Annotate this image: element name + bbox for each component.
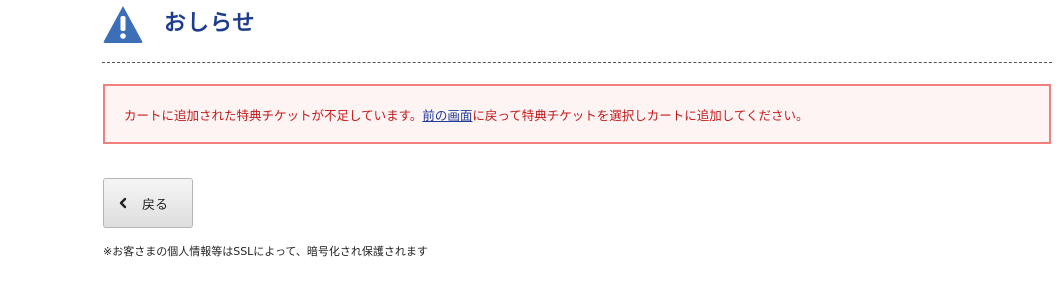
- error-message-text: カートに追加された特典チケットが不足しています。前の画面に戻って特典チケットを選…: [124, 105, 809, 124]
- ssl-note: ※お客さまの個人情報等はSSLによって、暗号化され保護されます: [103, 245, 428, 258]
- chevron-left-icon: [119, 197, 127, 209]
- page-header: おしらせ: [102, 4, 256, 44]
- back-button-label: 戻る: [142, 197, 169, 213]
- error-message-box: カートに追加された特典チケットが不足しています。前の画面に戻って特典チケットを選…: [103, 84, 1051, 144]
- back-button[interactable]: 戻る: [103, 178, 193, 228]
- error-message-before: カートに追加された特典チケットが不足しています。: [124, 107, 423, 123]
- header-divider: [102, 62, 1052, 63]
- previous-screen-link[interactable]: 前の画面: [422, 108, 472, 123]
- warning-icon: [103, 6, 143, 43]
- notice-page: おしらせ カートに追加された特典チケットが不足しています。前の画面に戻って特典チ…: [0, 0, 1062, 308]
- error-message-after: に戻って特典チケットを選択しカートに追加してください。: [472, 107, 809, 123]
- page-title: おしらせ: [164, 11, 256, 36]
